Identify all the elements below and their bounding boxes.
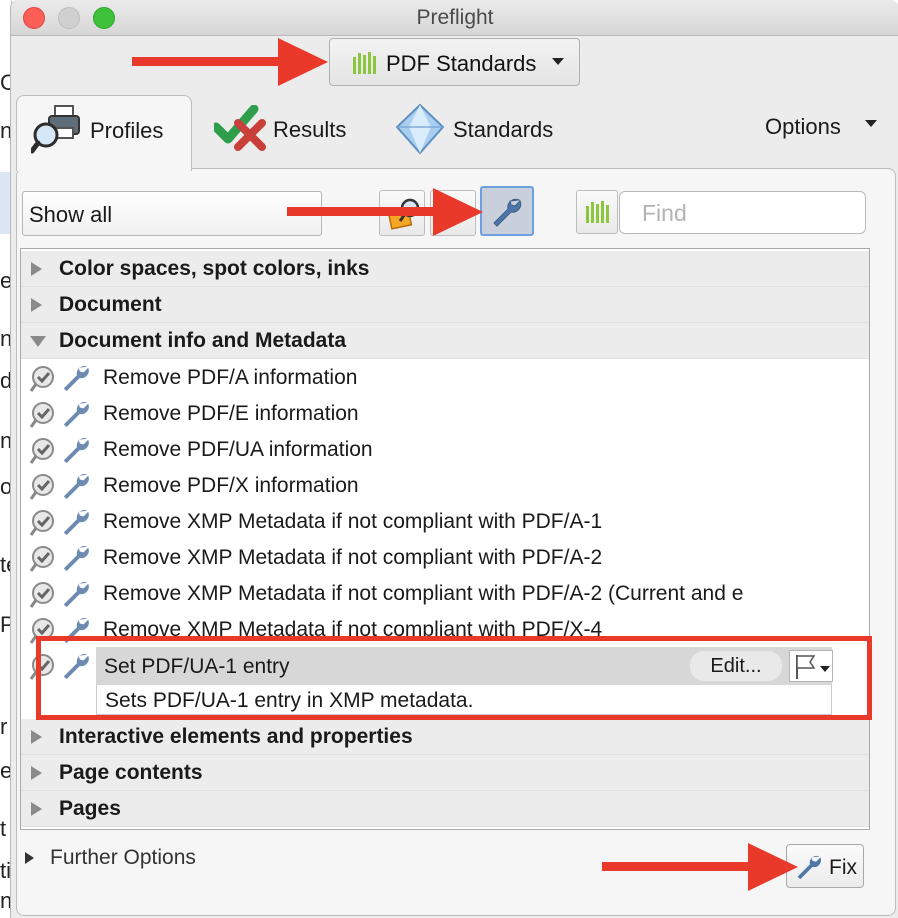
standards-bars-icon (353, 52, 376, 74)
tab-standards-label: Standards (453, 117, 554, 142)
list-item[interactable]: Remove XMP Metadata if not compliant wit… (21, 503, 869, 539)
wrench-icon (63, 402, 89, 428)
tab-results-label: Results (273, 117, 347, 142)
window-title: Preflight (416, 6, 494, 29)
disclosure-triangle-icon[interactable] (31, 802, 42, 816)
list-item[interactable]: Remove PDF/UA information (21, 431, 869, 467)
chevron-down-icon[interactable] (865, 120, 877, 127)
category-pages[interactable]: Pages (21, 791, 869, 827)
fixup-list: Color spaces, spot colors, inks Document… (20, 248, 870, 830)
pdf-standards-dropdown[interactable]: PDF Standards (329, 38, 580, 86)
category-label: Page contents (59, 761, 203, 784)
fixups-view-button[interactable] (480, 186, 534, 236)
list-item[interactable]: Remove XMP Metadata if not compliant wit… (21, 539, 869, 575)
disclosure-triangle-open-icon[interactable] (30, 336, 46, 347)
pdf-standards-label: PDF Standards (386, 51, 537, 76)
annotation-arrow (132, 38, 328, 86)
disclosure-triangle-icon[interactable] (31, 298, 42, 312)
fixup-label: Remove XMP Metadata if not compliant wit… (103, 510, 603, 533)
options-menu[interactable]: Options (765, 114, 841, 140)
annotation-arrow (602, 843, 798, 891)
fixup-label: Remove PDF/E information (103, 402, 359, 425)
checkmark-magnifier-icon (29, 582, 54, 608)
list-item[interactable]: Remove PDF/A information (21, 359, 869, 395)
category-color-spaces[interactable]: Color spaces, spot colors, inks (21, 251, 869, 287)
standards-filter-button[interactable] (576, 190, 618, 234)
checkmark-magnifier-icon (29, 366, 54, 392)
category-label: Color spaces, spot colors, inks (59, 257, 370, 280)
find-input[interactable]: Find (619, 191, 866, 234)
check-cross-icon (214, 105, 266, 151)
fixup-label: Remove PDF/A information (103, 366, 358, 389)
title-bar[interactable]: Preflight (11, 0, 898, 36)
category-label: Pages (59, 797, 121, 820)
fix-button-label: Fix (829, 856, 857, 879)
checkmark-magnifier-icon (29, 546, 54, 572)
tab-standards[interactable]: Standards (394, 95, 594, 171)
category-document-info-metadata[interactable]: Document info and Metadata (21, 323, 869, 359)
further-options-label: Further Options (50, 846, 196, 869)
checkmark-magnifier-icon (29, 474, 54, 500)
list-item[interactable]: Remove PDF/X information (21, 467, 869, 503)
fixup-label: Remove XMP Metadata if not compliant wit… (103, 546, 603, 569)
diamond-icon (395, 103, 445, 155)
disclosure-triangle-icon[interactable] (25, 852, 34, 864)
category-interactive[interactable]: Interactive elements and properties (21, 719, 869, 755)
disclosure-triangle-icon[interactable] (31, 262, 42, 276)
wrench-icon (63, 474, 89, 500)
annotation-arrow (287, 188, 483, 236)
list-item[interactable]: Remove XMP Metadata if not compliant wit… (21, 575, 869, 611)
category-document[interactable]: Document (21, 287, 869, 323)
tab-profiles-label: Profiles (90, 118, 164, 143)
wrench-icon (493, 198, 522, 227)
annotation-highlight-box (36, 636, 872, 720)
tab-profiles[interactable]: Profiles (16, 95, 192, 171)
disclosure-triangle-icon[interactable] (31, 730, 42, 744)
fixup-label: Remove PDF/X information (103, 474, 359, 497)
show-filter-select[interactable]: Show all (22, 191, 322, 236)
chevron-down-icon (552, 58, 564, 65)
fixup-label: Remove XMP Metadata if not compliant wit… (103, 582, 744, 605)
category-label: Document (59, 293, 162, 316)
category-label: Interactive elements and properties (59, 725, 413, 748)
checkmark-magnifier-icon (29, 438, 54, 464)
disclosure-triangle-icon[interactable] (31, 766, 42, 780)
category-page-contents[interactable]: Page contents (21, 755, 869, 791)
wrench-icon (63, 438, 89, 464)
category-label: Document info and Metadata (59, 329, 347, 352)
tab-results[interactable]: Results (211, 95, 371, 171)
wrench-icon (63, 546, 89, 572)
checkmark-magnifier-icon (29, 510, 54, 536)
checkmark-magnifier-icon (29, 402, 54, 428)
wrench-icon (63, 510, 89, 536)
magnifier-printer-icon (31, 105, 80, 154)
standards-bars-icon (586, 201, 609, 223)
wrench-icon (63, 366, 89, 392)
list-item[interactable]: Remove PDF/E information (21, 395, 869, 431)
fixup-label: Remove PDF/UA information (103, 438, 373, 461)
wrench-icon (63, 582, 89, 608)
